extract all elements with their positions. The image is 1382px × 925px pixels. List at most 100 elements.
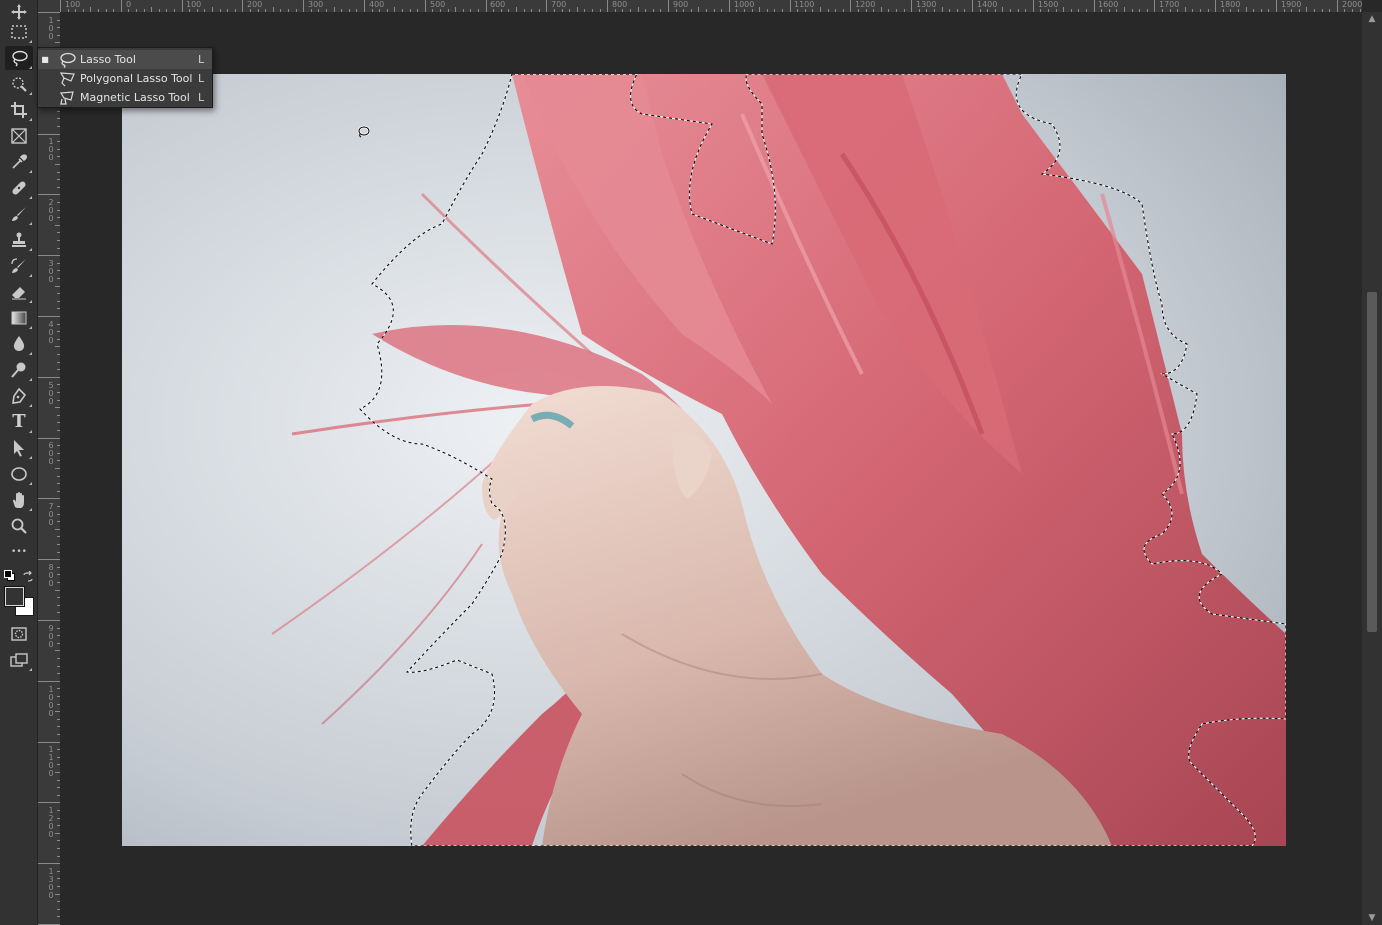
ruler-label: 700 [551, 0, 567, 9]
eyedropper-icon [12, 154, 28, 169]
ruler-label: 1300 [48, 867, 54, 900]
flyout-label: Magnetic Lasso Tool [80, 91, 190, 104]
ruler-label: 700 [48, 502, 54, 527]
ruler-label: 100 [65, 0, 81, 9]
flyout-item-lasso-tool[interactable]: ■ Lasso Tool L [38, 50, 212, 69]
eraser-tool-button[interactable] [5, 280, 33, 304]
zoom-icon [11, 518, 27, 534]
polygonal-lasso-icon [58, 71, 76, 87]
healing-brush-tool-button[interactable] [5, 176, 33, 200]
ruler-label: 1200 [48, 806, 54, 839]
ruler-label: 400 [48, 320, 54, 345]
stamp-icon [12, 232, 26, 247]
hand-tool-button[interactable] [5, 488, 33, 512]
ruler-label: 500 [48, 381, 54, 406]
pen-icon [12, 387, 27, 404]
quick-mask-icon [11, 627, 27, 641]
ruler-label: 800 [612, 0, 628, 9]
type-icon: T [12, 411, 26, 432]
ruler-label: 1900 [1281, 0, 1302, 9]
history-brush-icon [11, 258, 26, 273]
lasso-tools-flyout: ■ Lasso Tool L Polygonal Lasso Tool L Ma… [37, 47, 213, 108]
ruler-label: 1100 [794, 0, 815, 9]
pen-tool-button[interactable] [5, 384, 33, 408]
flyout-label: Lasso Tool [80, 53, 136, 66]
ruler-label: 1400 [977, 0, 998, 9]
zoom-tool-button[interactable] [5, 514, 33, 538]
ruler-label: 400 [369, 0, 385, 9]
ruler-label: 1100 [48, 745, 54, 778]
brush-tool-button[interactable] [5, 202, 33, 226]
screen-mode-icon [10, 653, 28, 667]
foreground-color-swatch[interactable] [4, 586, 25, 607]
lasso-icon [12, 50, 28, 67]
ruler-label: 300 [48, 259, 54, 284]
history-brush-tool-button[interactable] [5, 254, 33, 278]
scroll-down-icon[interactable]: ▼ [1366, 913, 1378, 923]
edit-toolbar-button[interactable]: ••• [5, 540, 33, 564]
marquee-icon [11, 25, 27, 39]
screen-mode-button[interactable] [5, 648, 33, 672]
ruler-label: 1200 [855, 0, 876, 9]
ruler-label: 600 [48, 441, 54, 466]
scroll-up-icon[interactable]: ▲ [1366, 14, 1378, 24]
hand-icon [13, 492, 24, 508]
gradient-tool-button[interactable] [5, 306, 33, 330]
ruler-label: 100 [48, 137, 54, 162]
rectangular-marquee-tool-button[interactable] [5, 20, 33, 44]
crop-tool-button[interactable] [5, 98, 33, 122]
ruler-label: 500 [430, 0, 446, 9]
shortcut-key: L [198, 72, 205, 85]
ruler-label: 1500 [1038, 0, 1059, 9]
ruler-label: 100 [48, 16, 54, 41]
flyout-item-polygonal-lasso-tool[interactable]: Polygonal Lasso Tool L [38, 69, 212, 88]
eraser-icon [12, 287, 26, 300]
scroll-thumb[interactable] [1367, 292, 1377, 632]
quick-selection-icon [12, 77, 27, 92]
flyout-item-magnetic-lasso-tool[interactable]: Magnetic Lasso Tool L [38, 88, 212, 107]
quick-mask-button[interactable] [5, 622, 33, 646]
photo-woman-pink-hair [122, 74, 1286, 846]
clone-stamp-tool-button[interactable] [5, 228, 33, 252]
vertical-scrollbar[interactable]: ▲ ▼ [1362, 12, 1382, 925]
selected-bullet-icon: ■ [41, 55, 49, 64]
more-icon: ••• [11, 547, 27, 557]
ruler-label: 1800 [1220, 0, 1241, 9]
ellipse-tool-button[interactable] [5, 462, 33, 486]
eyedropper-tool-button[interactable] [5, 150, 33, 174]
document-image[interactable] [122, 74, 1286, 846]
flyout-label: Polygonal Lasso Tool [80, 72, 193, 85]
ruler-label: 1600 [1098, 0, 1119, 9]
lasso-tool-button[interactable] [5, 46, 33, 70]
ruler-origin[interactable] [38, 0, 60, 12]
ruler-label: 600 [490, 0, 506, 9]
shortcut-key: L [198, 91, 205, 104]
ruler-label: 100 [186, 0, 202, 9]
swap-colors-icon[interactable] [22, 568, 34, 582]
path-selection-tool-button[interactable] [5, 436, 33, 460]
crop-icon [11, 102, 27, 118]
default-colors-icon[interactable] [4, 570, 15, 581]
ruler-label: 0 [126, 0, 132, 9]
quick-selection-tool-button[interactable] [5, 72, 33, 96]
type-tool-button[interactable]: T [5, 410, 33, 434]
ruler-label: 900 [48, 624, 54, 649]
ruler-label: 1700 [1159, 0, 1180, 9]
frame-tool-button[interactable] [5, 124, 33, 148]
gradient-icon [11, 311, 27, 325]
ruler-label: 800 [48, 563, 54, 588]
lasso-cursor-icon [357, 125, 371, 138]
ruler-label: 1000 [734, 0, 755, 9]
ruler-label: 200 [48, 198, 54, 223]
shortcut-key: L [198, 53, 205, 66]
ruler-label: 2000 [1342, 0, 1363, 9]
dodge-tool-button[interactable] [5, 358, 33, 382]
frame-icon [11, 128, 27, 144]
vertical-ruler[interactable]: 100 0 100 200 300 400 500 600 700 800 90… [38, 12, 61, 925]
ruler-label: 300 [308, 0, 324, 9]
ruler-label: 200 [247, 0, 263, 9]
lasso-icon [58, 52, 76, 68]
magnetic-lasso-icon [58, 90, 76, 106]
ruler-label: 1300 [916, 0, 937, 9]
blur-tool-button[interactable] [5, 332, 33, 356]
